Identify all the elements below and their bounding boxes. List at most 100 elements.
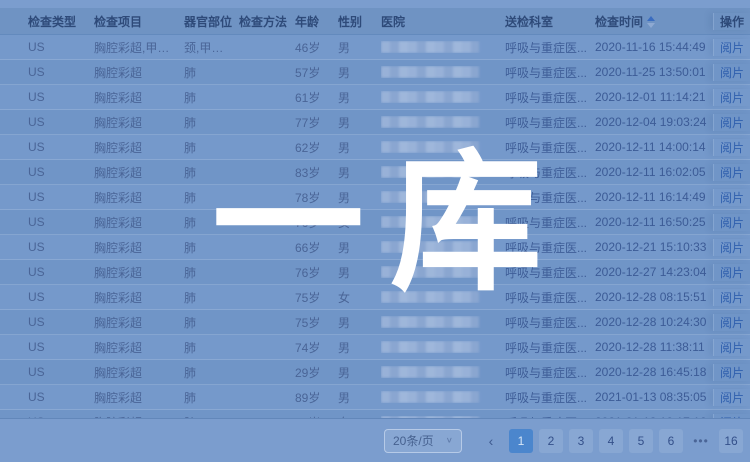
page-button-2[interactable]: 2 <box>539 429 563 453</box>
more-pages-icon[interactable]: ••• <box>689 429 713 453</box>
redacted-hospital-name <box>381 366 479 378</box>
pagination-bar: 20条/页 ∨ ‹ 123456•••16 <box>0 418 750 462</box>
cell-organ: 肺 <box>184 239 239 256</box>
cell-exam_time: 2020-12-04 19:03:24 <box>595 115 713 129</box>
cell-gender: 男 <box>338 64 381 81</box>
column-header-exam_time[interactable]: 检查时间 <box>595 13 713 30</box>
caret-up-icon <box>647 16 655 21</box>
page-button-5[interactable]: 5 <box>629 429 653 453</box>
cell-age: 76岁 <box>295 264 338 281</box>
cell-gender: 男 <box>338 239 381 256</box>
view-images-link[interactable]: 阅片 <box>720 216 744 230</box>
cell-gender: 男 <box>338 264 381 281</box>
table-row: US胸腔彩超肺61岁男呼吸与重症医...2020-12-01 11:14:21阅… <box>0 85 750 110</box>
table-row: US胸腔彩超肺74岁男呼吸与重症医...2020-12-28 11:38:11阅… <box>0 335 750 360</box>
cell-exam_type: US <box>0 340 94 354</box>
cell-exam_item: 胸腔彩超 <box>94 114 184 131</box>
cell-exam_time: 2020-12-28 08:15:51 <box>595 290 713 304</box>
prev-page-button[interactable]: ‹ <box>479 429 503 453</box>
cell-hospital <box>381 191 505 203</box>
page-size-value: 20条/页 <box>393 432 434 449</box>
view-images-link[interactable]: 阅片 <box>720 241 744 255</box>
cell-gender: 男 <box>338 164 381 181</box>
column-header-gender: 性别 <box>338 13 381 30</box>
view-images-link[interactable]: 阅片 <box>720 91 744 105</box>
redacted-hospital-name <box>381 191 479 203</box>
cell-organ: 肺 <box>184 314 239 331</box>
page-button-6[interactable]: 6 <box>659 429 683 453</box>
view-images-link[interactable]: 阅片 <box>720 341 744 355</box>
caret-down-icon <box>647 23 655 28</box>
cell-action: 阅片 <box>713 189 750 206</box>
cell-action: 阅片 <box>713 239 750 256</box>
view-images-link[interactable]: 阅片 <box>720 291 744 305</box>
cell-age: 29岁 <box>295 364 338 381</box>
cell-organ: 肺 <box>184 164 239 181</box>
page-buttons: 123456•••16 <box>506 429 746 453</box>
cell-hospital <box>381 116 505 128</box>
table-header-row: 检查类型检查项目器官部位检查方法年龄性别医院送检科室检查时间操作 <box>0 8 750 35</box>
column-header-department: 送检科室 <box>505 13 595 30</box>
cell-exam_time: 2020-12-11 14:00:14 <box>595 140 713 154</box>
cell-exam_type: US <box>0 365 94 379</box>
view-images-link[interactable]: 阅片 <box>720 116 744 130</box>
cell-hospital <box>381 166 505 178</box>
redacted-hospital-name <box>381 166 479 178</box>
cell-action: 阅片 <box>713 114 750 131</box>
cell-hospital <box>381 266 505 278</box>
view-images-link[interactable]: 阅片 <box>720 191 744 205</box>
view-images-link[interactable]: 阅片 <box>720 66 744 80</box>
cell-department: 呼吸与重症医... <box>505 164 595 181</box>
view-images-link[interactable]: 阅片 <box>720 41 744 55</box>
cell-hospital <box>381 316 505 328</box>
view-images-link[interactable]: 阅片 <box>720 166 744 180</box>
page-button-16[interactable]: 16 <box>719 429 743 453</box>
cell-organ: 肺 <box>184 214 239 231</box>
column-header-exam_type: 检查类型 <box>0 13 94 30</box>
view-images-link[interactable]: 阅片 <box>720 266 744 280</box>
view-images-link[interactable]: 阅片 <box>720 316 744 330</box>
cell-department: 呼吸与重症医... <box>505 289 595 306</box>
cell-hospital <box>381 391 505 403</box>
cell-action: 阅片 <box>713 139 750 156</box>
cell-action: 阅片 <box>713 39 750 56</box>
cell-hospital <box>381 66 505 78</box>
cell-department: 呼吸与重症医... <box>505 339 595 356</box>
table-row: US胸腔彩超肺66岁男呼吸与重症医...2020-12-21 15:10:33阅… <box>0 235 750 260</box>
cell-department: 呼吸与重症医... <box>505 189 595 206</box>
cell-action: 阅片 <box>713 289 750 306</box>
cell-organ: 肺 <box>184 364 239 381</box>
redacted-hospital-name <box>381 216 479 228</box>
cell-department: 呼吸与重症医... <box>505 114 595 131</box>
cell-age: 75岁 <box>295 314 338 331</box>
page-size-select[interactable]: 20条/页 ∨ <box>384 429 462 453</box>
cell-gender: 男 <box>338 189 381 206</box>
cell-department: 呼吸与重症医... <box>505 314 595 331</box>
cell-organ: 肺 <box>184 64 239 81</box>
cell-action: 阅片 <box>713 214 750 231</box>
cell-department: 呼吸与重症医... <box>505 89 595 106</box>
redacted-hospital-name <box>381 241 479 253</box>
cell-hospital <box>381 291 505 303</box>
page-button-4[interactable]: 4 <box>599 429 623 453</box>
cell-organ: 肺 <box>184 189 239 206</box>
exam-table: 检查类型检查项目器官部位检查方法年龄性别医院送检科室检查时间操作 US胸腔彩超,… <box>0 8 750 435</box>
cell-exam_type: US <box>0 190 94 204</box>
cell-gender: 女 <box>338 214 381 231</box>
view-images-link[interactable]: 阅片 <box>720 391 744 405</box>
view-images-link[interactable]: 阅片 <box>720 141 744 155</box>
page-button-3[interactable]: 3 <box>569 429 593 453</box>
cell-exam_item: 胸腔彩超 <box>94 64 184 81</box>
page-button-1[interactable]: 1 <box>509 429 533 453</box>
column-header-action: 操作 <box>713 13 750 30</box>
view-images-link[interactable]: 阅片 <box>720 366 744 380</box>
cell-gender: 男 <box>338 114 381 131</box>
cell-exam_time: 2020-12-28 10:24:30 <box>595 315 713 329</box>
cell-age: 78岁 <box>295 189 338 206</box>
cell-gender: 男 <box>338 364 381 381</box>
sort-icon[interactable] <box>647 16 655 28</box>
cell-age: 46岁 <box>295 39 338 56</box>
redacted-hospital-name <box>381 316 479 328</box>
cell-action: 阅片 <box>713 314 750 331</box>
cell-exam_item: 胸腔彩超 <box>94 214 184 231</box>
